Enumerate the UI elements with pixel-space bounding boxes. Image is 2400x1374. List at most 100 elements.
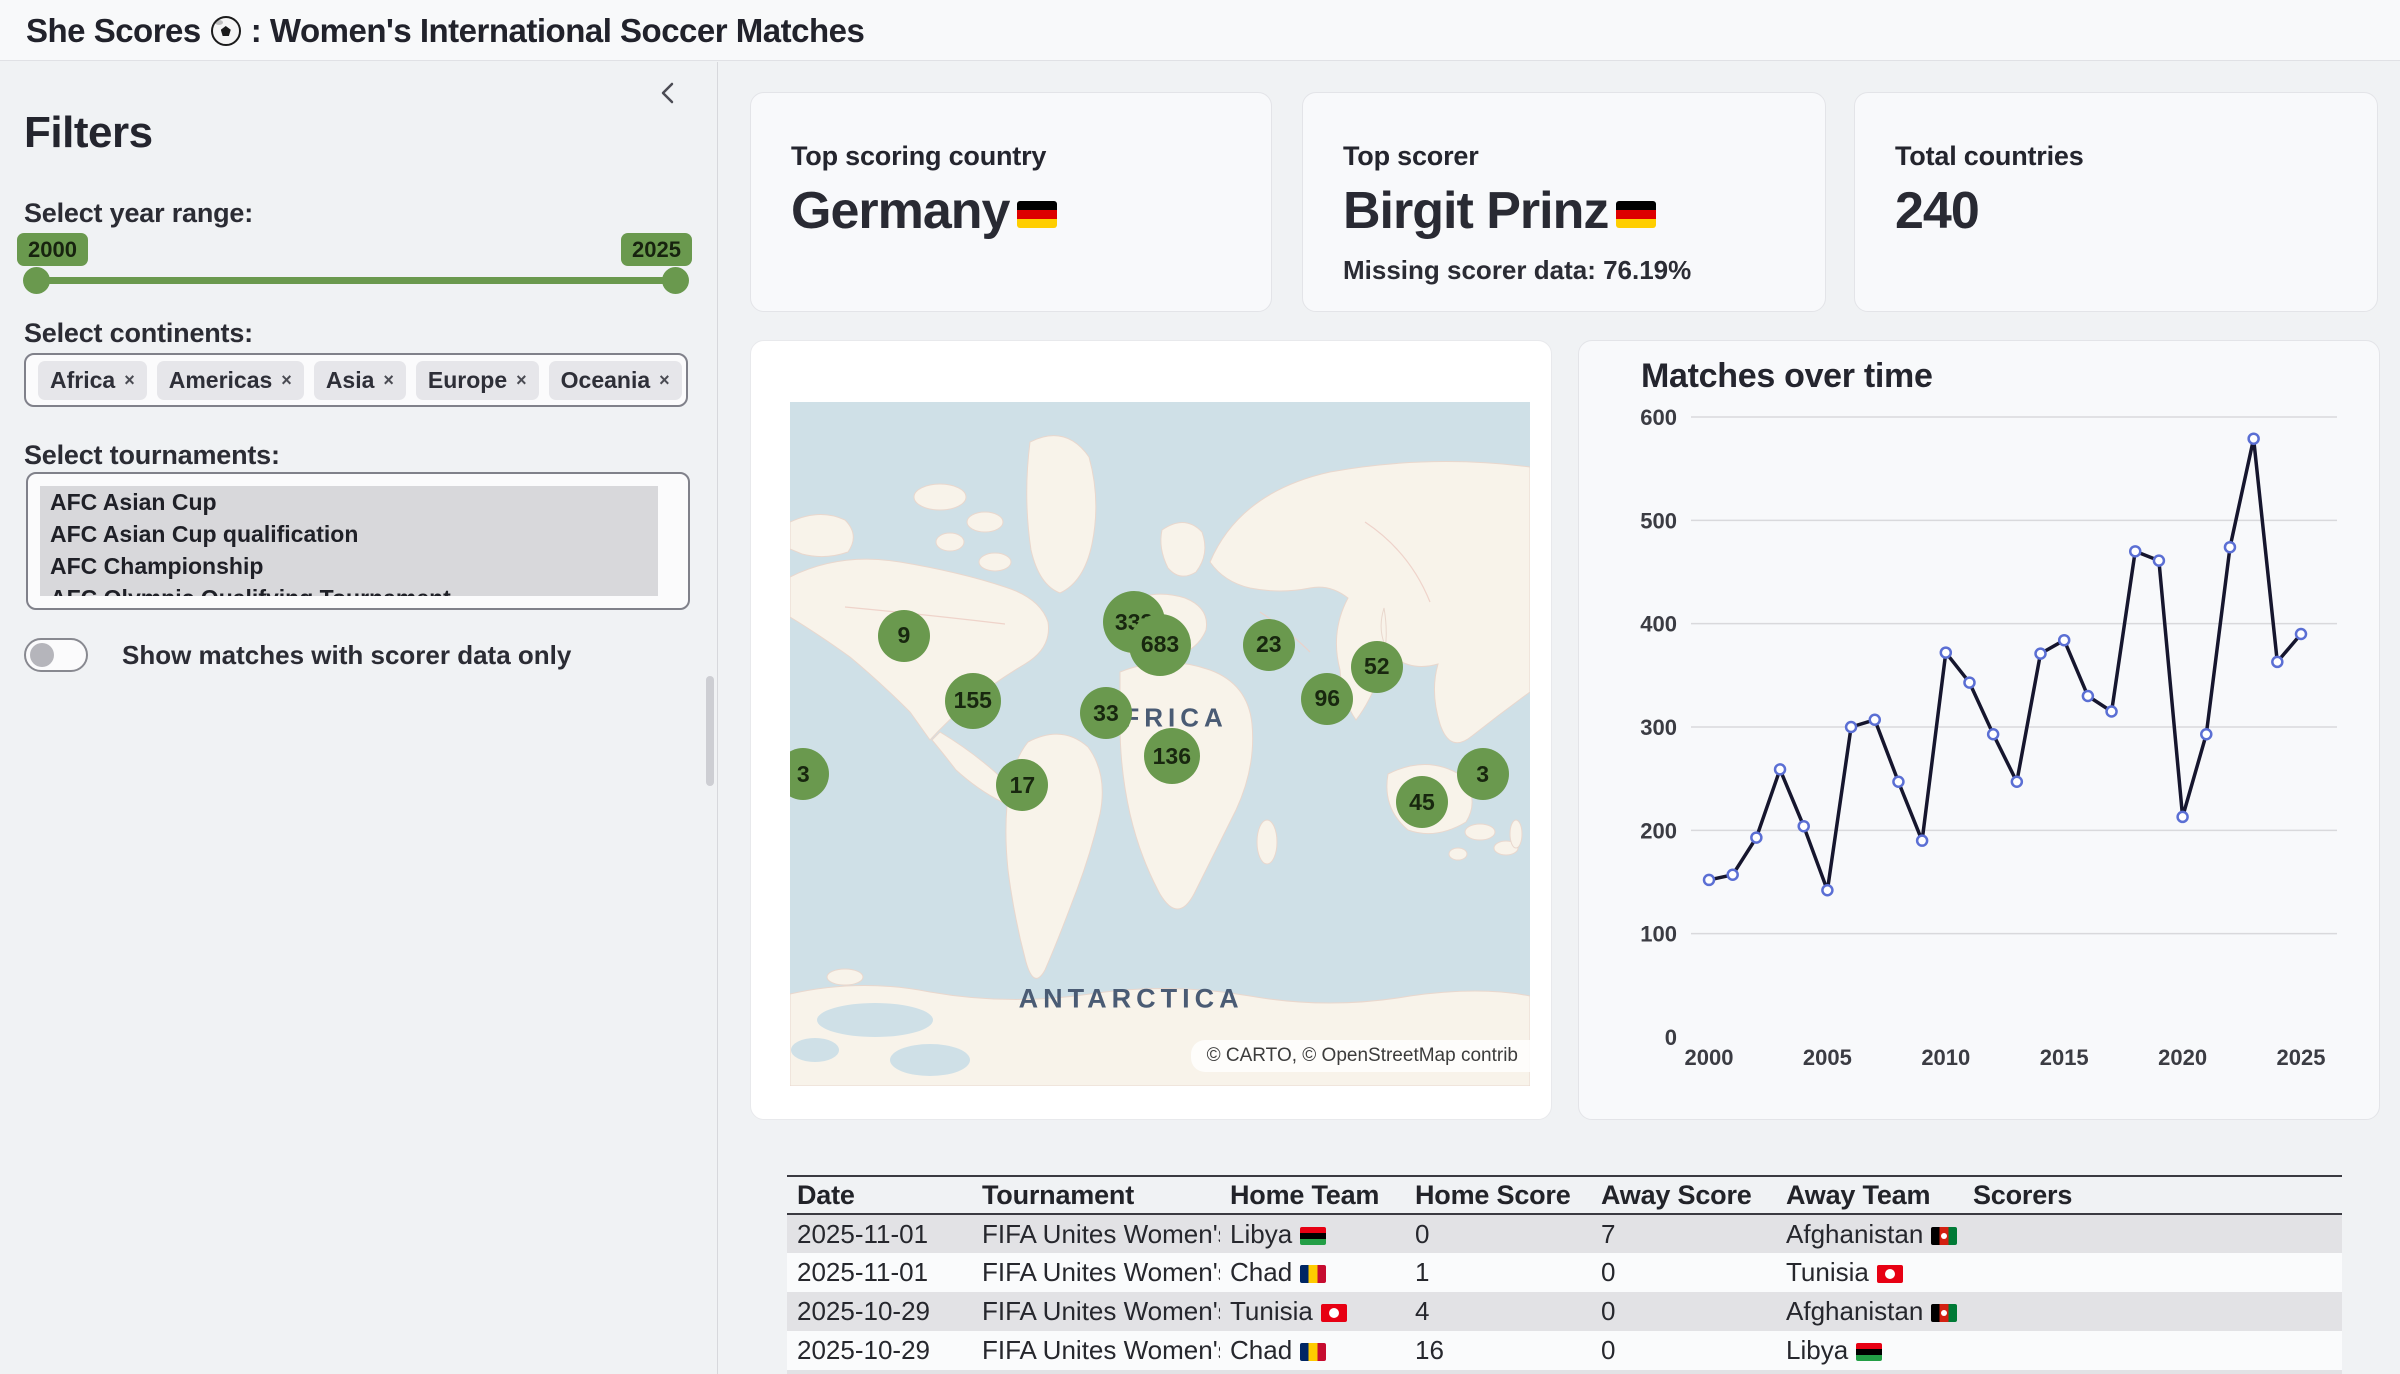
cluster-marker-96[interactable]: 96	[1301, 673, 1353, 725]
data-point-2017	[2107, 707, 2117, 717]
card-value-text: Germany	[791, 181, 1009, 241]
de-flag-icon	[1017, 201, 1057, 228]
td-flag-icon	[1300, 1343, 1326, 1361]
tournament-option[interactable]: AFC Championship	[40, 550, 658, 582]
table-column-header: Home Team	[1220, 1176, 1405, 1214]
x-tick-label: 2020	[2158, 1045, 2207, 1070]
matches-table: DateTournamentHome TeamHome ScoreAway Sc…	[787, 1175, 2342, 1374]
data-point-2010	[1941, 648, 1951, 658]
table-column-header: Date	[787, 1176, 972, 1214]
card-top-scoring-country: Top scoring country Germany	[750, 92, 1272, 312]
team-name: Tunisia	[1230, 1296, 1313, 1326]
chip-remove-icon[interactable]: ×	[124, 371, 135, 389]
tn-flag-icon	[1321, 1304, 1347, 1322]
data-point-2008	[1893, 777, 1903, 787]
chip-remove-icon[interactable]: ×	[281, 371, 292, 389]
continent-chip-oceania[interactable]: Oceania×	[549, 361, 682, 400]
team-name: Chad	[1230, 1257, 1292, 1287]
chip-remove-icon[interactable]: ×	[516, 371, 527, 389]
cluster-marker-3[interactable]: 3	[1457, 748, 1509, 800]
page-title-suffix: : Women's International Soccer Matches	[251, 12, 865, 50]
matches-line-series	[1709, 439, 2301, 891]
matches-over-time-card: Matches over time 0100200300400500600200…	[1578, 340, 2380, 1120]
away-score-cell: 0	[1591, 1253, 1776, 1292]
ly-flag-icon	[1300, 1227, 1326, 1245]
continent-chip-africa[interactable]: Africa×	[38, 361, 147, 400]
empty-cell	[1220, 1370, 1405, 1374]
home-score-cell: 16	[1405, 1331, 1591, 1370]
slider-handle-min[interactable]	[23, 267, 50, 294]
filters-sidebar: Filters Select year range: 2000 2025 Sel…	[0, 62, 718, 1374]
empty-cell	[1776, 1370, 1963, 1374]
flag-emblem	[1941, 1310, 1947, 1316]
scorers-cell	[1963, 1292, 2342, 1331]
germany-flag-icon	[1616, 181, 1656, 241]
y-tick-label: 300	[1640, 715, 1677, 740]
empty-cell	[1963, 1370, 2342, 1374]
continent-chip-asia[interactable]: Asia×	[314, 361, 406, 400]
continent-chip-americas[interactable]: Americas ×	[157, 361, 304, 400]
tournaments-listbox[interactable]: AFC Asian CupAFC Asian Cup qualification…	[26, 472, 690, 610]
toggle-knob	[30, 643, 54, 667]
team-cell: Chad	[1220, 1253, 1405, 1292]
cluster-marker-45[interactable]: 45	[1396, 776, 1448, 828]
cluster-marker-52[interactable]: 52	[1351, 641, 1403, 693]
tournament-cell: FIFA Unites Women's Series	[972, 1214, 1220, 1253]
cluster-marker-33[interactable]: 33	[1080, 687, 1132, 739]
cluster-marker-17[interactable]: 17	[996, 759, 1048, 811]
world-map-card: AFRICA ANTARCTICA 3915517333683331362396…	[750, 340, 1552, 1120]
tournaments-label: Select tournaments:	[24, 440, 280, 471]
soccer-ball-icon	[211, 16, 241, 46]
sidebar-collapse-button[interactable]	[653, 78, 683, 108]
af-flag-icon	[1931, 1304, 1957, 1322]
tn-flag-icon	[1877, 1265, 1903, 1283]
page-title-prefix: She Scores	[26, 12, 201, 50]
data-point-2003	[1775, 764, 1785, 774]
home-score-cell: 4	[1405, 1292, 1591, 1331]
home-score-cell: 0	[1405, 1214, 1591, 1253]
cluster-marker-155[interactable]: 155	[945, 673, 1001, 729]
table-row: 2025-11-01FIFA Unites Women's SeriesChad…	[787, 1253, 2342, 1292]
chip-remove-icon[interactable]: ×	[383, 371, 394, 389]
away-score-cell: 0	[1591, 1331, 1776, 1370]
card-label: Total countries	[1895, 141, 2084, 172]
team-name: Chad	[1230, 1335, 1292, 1365]
chip-remove-icon[interactable]: ×	[659, 371, 670, 389]
date-cell: 2025-10-29	[787, 1331, 972, 1370]
filters-heading: Filters	[24, 108, 153, 158]
table-row: 2025-10-29FIFA Unites Women's SeriesTuni…	[787, 1292, 2342, 1331]
sidebar-scrollbar-thumb[interactable]	[706, 676, 714, 786]
data-point-2005	[1822, 885, 1832, 895]
team-name: Afghanistan	[1786, 1296, 1923, 1326]
continents-multiselect[interactable]: Africa×Americas×Asia×Europe×Oceania×	[24, 353, 688, 407]
scorer-data-toggle[interactable]	[24, 638, 88, 672]
data-point-2006	[1846, 722, 1856, 732]
table-row: 2025-11-01FIFA Unites Women's SeriesLiby…	[787, 1214, 2342, 1253]
scorers-cell	[1963, 1331, 2342, 1370]
cluster-marker-136[interactable]: 136	[1144, 728, 1200, 784]
data-point-2020	[2178, 812, 2188, 822]
slider-handle-max[interactable]	[662, 267, 689, 294]
tournament-option[interactable]: AFC Asian Cup	[40, 486, 658, 518]
year-range-label: Select year range:	[24, 198, 253, 229]
cluster-marker-683[interactable]: 683	[1129, 614, 1191, 676]
cluster-marker-23[interactable]: 23	[1243, 619, 1295, 671]
x-tick-label: 2010	[1921, 1045, 1970, 1070]
team-cell: Chad	[1220, 1331, 1405, 1370]
team-cell: Libya	[1220, 1214, 1405, 1253]
empty-cell	[1591, 1370, 1776, 1374]
chip-label: Americas	[169, 367, 273, 394]
away-score-cell: 0	[1591, 1292, 1776, 1331]
table-row-partial	[787, 1370, 2342, 1374]
table-column-header: Home Score	[1405, 1176, 1591, 1214]
y-tick-label: 400	[1640, 612, 1677, 637]
cluster-marker-9[interactable]: 9	[878, 610, 930, 662]
tournament-option[interactable]: AFC Asian Cup qualification	[40, 518, 658, 550]
tournament-option[interactable]: AFC Olympic Qualifying Tournament	[40, 582, 658, 596]
matches-line-chart: 0100200300400500600200020052010201520202…	[1579, 341, 2381, 1121]
card-value-text: 240	[1895, 181, 1979, 241]
world-map[interactable]: AFRICA ANTARCTICA 3915517333683331362396…	[790, 402, 1530, 1086]
table-column-header: Scorers	[1963, 1176, 2342, 1214]
year-range-slider[interactable]	[36, 277, 676, 284]
continent-chip-europe[interactable]: Europe×	[416, 361, 539, 400]
